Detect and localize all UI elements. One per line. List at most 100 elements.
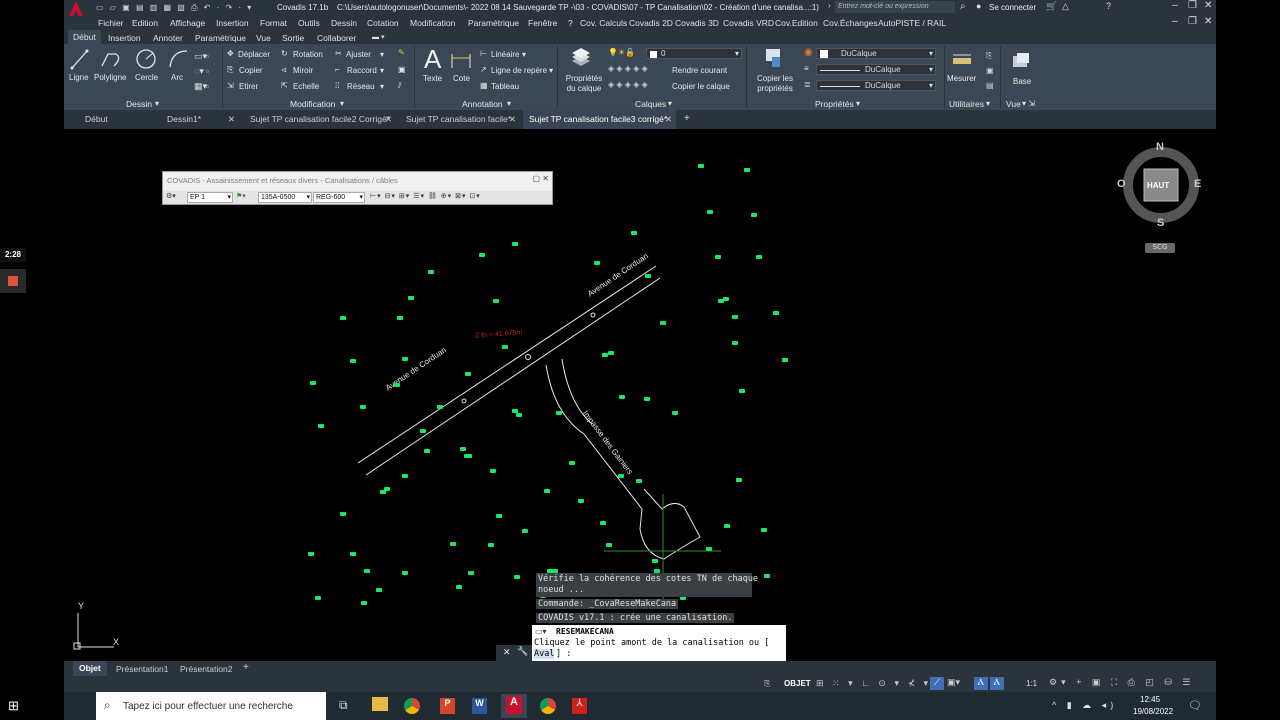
erase-icon[interactable]: ✎ [398,48,405,57]
annotation-dropdown-icon[interactable]: ▾ [507,99,511,108]
offset-icon[interactable]: ⫽ [398,81,402,91]
toolbar-close-icon[interactable]: ✕ [542,174,549,183]
tab-annoter[interactable]: Annoter [153,33,183,43]
flag-icon[interactable]: ⚑▾ [236,192,246,200]
pipe-select[interactable]: 135A-0500 ▾ [258,192,312,203]
exchange-icon[interactable]: △ [1062,1,1069,12]
search-icon[interactable]: ⌕ [960,1,966,12]
menu-insertion[interactable]: Insertion [216,18,249,28]
layer-state-icons[interactable]: 💡☀🔓 [608,48,635,57]
word-icon[interactable]: W [472,698,487,714]
close-tab-icon[interactable]: ✕ [665,110,672,129]
fillet-icon[interactable]: ⌐ [335,65,340,74]
tab-parametrique[interactable]: Paramétrique [195,33,246,43]
polyline-tool-icon[interactable] [100,48,124,70]
clock-date[interactable]: 19/08/2022 [1133,707,1173,716]
otrack-icon[interactable]: ▣▾ [947,677,960,688]
osnap-toggle-icon[interactable]: ⟋ [930,677,944,690]
move-label[interactable]: Déplacer [238,50,270,59]
layout-tab-presentation2[interactable]: Présentation2 [180,664,232,674]
tab-vue[interactable]: Vue [256,33,271,43]
restore-icon[interactable]: ❐ [1188,0,1197,11]
wrench-icon[interactable]: 🔧 [517,646,528,657]
linear-icon[interactable]: ⊢ [480,49,487,58]
minimize-icon[interactable]: – [1172,0,1178,11]
search-input[interactable]: Entrez mot-clé ou expression [835,1,955,13]
copy-label[interactable]: Copier [239,66,263,75]
command-option-aval[interactable]: Aval [534,649,555,659]
menu-fenetre[interactable]: Fenêtre [528,18,557,28]
stretch-icon[interactable]: ⇲ [227,81,234,90]
manhole-select[interactable]: REG-600 ▾ [313,192,365,203]
menu-format[interactable]: Format [260,18,287,28]
array-dropdown-icon[interactable]: ▾ [380,82,384,91]
text-tool-icon[interactable]: A [424,44,441,75]
annotation-scale[interactable]: 1:1 [1026,679,1037,688]
array-label[interactable]: Réseau [347,82,375,91]
viewcube-face-top[interactable]: HAUT [1147,181,1169,190]
system-tray-icons[interactable]: ^ ▮ ☁ ◂) [1052,700,1117,711]
modification-dropdown-icon[interactable]: ▾ [340,99,344,108]
mirror-label[interactable]: Miroir [293,66,313,75]
panel-title-proprietes[interactable]: Propriétés [815,99,854,109]
base-view-icon[interactable] [1011,52,1031,68]
menu-affichage[interactable]: Affichage [170,18,205,28]
linetype-dropdown[interactable]: DuCalque ▾ [816,64,936,75]
menu-edition[interactable]: Edition [132,18,158,28]
compass-south[interactable]: S [1157,217,1164,229]
network-select[interactable]: EP 1 ▾ [187,192,233,203]
leader-dropdown-icon[interactable]: ▾ [549,66,553,75]
model-space-toggle[interactable]: OBJET [784,679,811,688]
circle-tool-icon[interactable] [135,48,157,70]
draw-extra-tools-2[interactable]: ▫ ▫ ▫ [206,49,216,91]
layout-tab-objet[interactable]: Objet [73,661,107,676]
doc-tab-debut[interactable]: Début [79,110,167,129]
close-tab-icon[interactable]: ✕ [228,110,235,129]
cart-icon[interactable]: 🛒 [1046,1,1057,12]
new-tab-icon[interactable]: + [684,113,690,124]
menu-parametrique[interactable]: Paramétrique [468,18,519,28]
close-tab-icon[interactable]: ✕ [509,110,516,129]
doc-minimize-icon[interactable]: – [1172,16,1178,27]
drawing-canvas[interactable]: Avenue de Corduan Avenue de Corduan Impa… [0,129,1216,661]
annotation-visibility-icon[interactable]: Ⲁ [974,677,988,690]
help-icon[interactable]: ? [1106,1,1111,11]
vue-dropdown-icon[interactable]: ▾ ⇲ [1022,99,1035,108]
tab-insertion[interactable]: Insertion [108,33,141,43]
layout-tab-presentation1[interactable]: Présentation1 [116,664,168,674]
array-icon[interactable]: ⁞⁞ [335,81,339,90]
panel-title-vue[interactable]: Vue [1006,99,1021,109]
compass-west[interactable]: O [1117,178,1126,190]
layer-tool-icons-2[interactable]: ◈ ◈ ◈ ◈ ◈ [608,80,648,89]
notifications-icon[interactable]: 🗨 [1188,699,1202,712]
taskbar-search-box[interactable]: ⌕ Tapez ici pour effectuer une recherche [96,692,326,720]
menu-fichier[interactable]: Fichier [98,18,124,28]
layer-properties-icon[interactable] [570,47,592,69]
network-settings-icon[interactable]: ⚙▾ [166,192,176,200]
menu-outils[interactable]: Outils [298,18,320,28]
compass-east[interactable]: E [1194,178,1201,190]
panel-title-dessin[interactable]: Dessin [126,99,152,109]
acrobat-icon[interactable]: ⅄ [572,698,587,714]
stretch-label[interactable]: Etirer [239,82,258,91]
ribbon-toggle-icon[interactable]: ▬ ▾ [372,33,384,41]
leader-icon[interactable]: ↗ [480,65,487,74]
menu-cov-edition[interactable]: Cov.Edition [775,18,818,28]
canalisation-tool-icons[interactable]: ⊢▾ ⊟▾ ⊞▾ ☰▾ ⛓ ⊕▾ ⊠▾ ⊡▾ [370,192,481,200]
menu-cov-calculs[interactable]: Cov. Calculs [580,18,627,28]
line-tool-icon[interactable] [69,48,89,70]
menu-cotation[interactable]: Cotation [367,18,399,28]
linear-label[interactable]: Linéaire [491,50,519,59]
scale-icon[interactable]: ⇱ [281,81,288,90]
user-icon[interactable]: ● [976,1,981,11]
utility-small-icons[interactable]: ⎘ ▣ ▤ [986,48,994,93]
arc-tool-icon[interactable] [167,48,189,70]
powerpoint-icon[interactable]: P [440,698,455,714]
panel-title-utilitaires[interactable]: Utilitaires [949,99,984,109]
annotation-autoscale-icon[interactable]: Ⲁ [990,677,1004,690]
rotate-label[interactable]: Rotation [293,50,323,59]
linetype-icon[interactable]: ≡ [804,64,809,73]
dimension-tool-icon[interactable] [450,50,472,70]
doc-tab-facile[interactable]: Sujet TP canalisation facile* ✕ [400,110,520,129]
status-tools-icons[interactable]: ⚙▾ + ▣ ⛶ ⎙ ◰ ⛁ ☰ [1049,677,1194,688]
